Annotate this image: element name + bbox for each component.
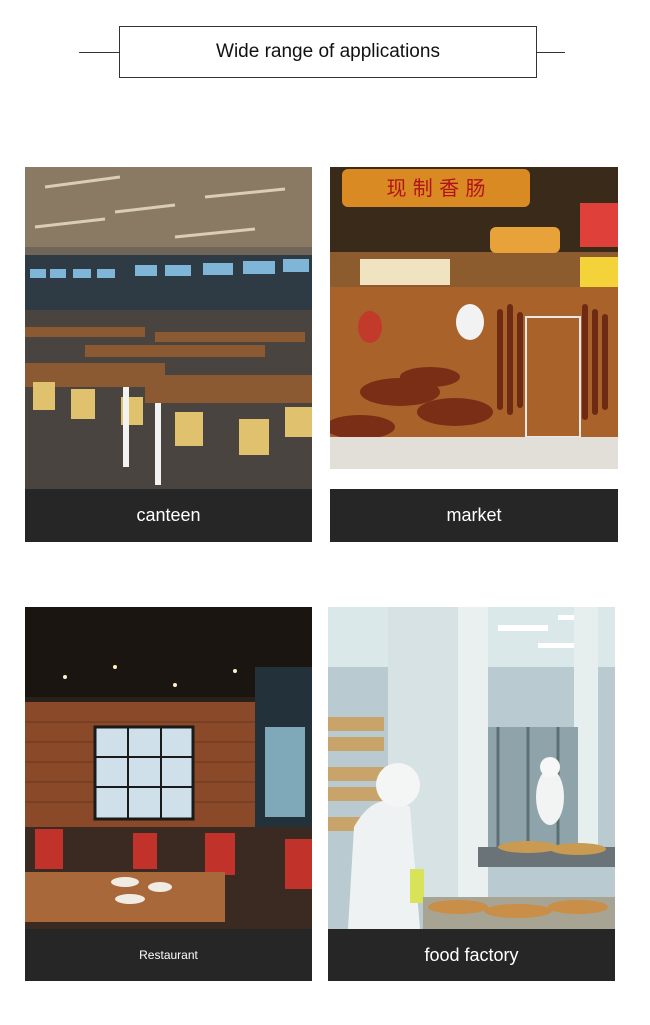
caption-text: food factory [424, 944, 519, 965]
market-photo: 现 制 香 肠 [330, 167, 618, 469]
card-restaurant: Restaurant [25, 607, 312, 981]
card-caption: Restaurant [25, 929, 312, 981]
food-factory-photo [328, 607, 615, 929]
caption-text: market [446, 505, 502, 525]
card-canteen: canteen [25, 167, 312, 542]
restaurant-photo [25, 607, 312, 929]
card-caption: market [330, 489, 618, 542]
card-food-factory: food factory [328, 607, 615, 981]
canteen-photo [25, 167, 312, 489]
caption-text: canteen [136, 505, 201, 525]
card-market: 现 制 香 肠 market [330, 167, 618, 542]
card-caption: food factory [328, 929, 615, 981]
section-title-text: Wide range of applications [216, 41, 440, 62]
market-sign-text: 现 制 香 肠 [386, 176, 485, 200]
section-title: Wide range of applications [119, 26, 537, 78]
card-caption: canteen [25, 489, 312, 542]
caption-text: Restaurant [139, 948, 198, 962]
